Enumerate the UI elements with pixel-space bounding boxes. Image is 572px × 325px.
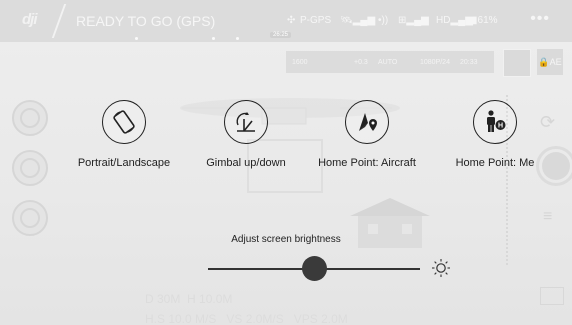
ev-value: +0.3 [354, 59, 368, 66]
ae-lock-button[interactable]: 🔒AE [537, 49, 563, 75]
vertical-speed: VS 2.0M/S [226, 312, 284, 325]
lock-icon: 🔒 [538, 57, 550, 67]
takeoff-button[interactable] [12, 100, 48, 136]
video-format: 1080P/24 [420, 59, 450, 66]
camera-parameters[interactable]: 1600 +0.3 AUTO 1080P/24 20:33 [286, 51, 494, 73]
home-point-me-action[interactable]: H Home Point: Me [443, 100, 547, 169]
home-point-aircraft-label: Home Point: Aircraft [318, 157, 416, 169]
hd-signal: HD▂▄▆ [436, 15, 473, 26]
person-home-icon: H [487, 110, 506, 132]
camera-screen: dji READY TO GO (GPS) ✣ P-GPS 🛰▂▄▆ •)) ⊞… [0, 0, 572, 325]
iso-value: 1600 [292, 59, 308, 66]
gimbal-icon [236, 112, 255, 132]
drone-icon: ✣ [287, 15, 296, 26]
brightness-label: Adjust screen brightness [231, 234, 341, 245]
status-divider [51, 4, 67, 38]
more-menu-icon[interactable]: ••• [530, 10, 550, 28]
intelligent-flight-button[interactable] [12, 200, 48, 236]
obstacle-sensing-icon: •)) [378, 15, 389, 26]
vps-height: VPS 2.0M [293, 312, 348, 325]
gimbal-label: Gimbal up/down [206, 157, 286, 169]
home-point-me-label: Home Point: Me [455, 157, 535, 169]
record-remaining: 20:33 [460, 59, 478, 66]
battery-status: ▮61% [472, 15, 498, 26]
aircraft-location-icon [359, 113, 377, 131]
hd-label: HD [436, 15, 451, 26]
flight-time-chip: 26:25 [270, 32, 292, 38]
height-value: H 10.0M [187, 292, 233, 306]
home-point-me-button[interactable]: H [473, 100, 517, 144]
brightness-slider-thumb[interactable] [301, 256, 327, 281]
camera-settings-icon[interactable]: ≡ [543, 208, 552, 226]
battery-marker [135, 37, 138, 40]
home-point-aircraft-action[interactable]: Home Point: Aircraft [312, 100, 422, 169]
playback-button[interactable] [540, 287, 564, 305]
sun-icon [432, 259, 450, 277]
horizontal-speed: H.S 10.0 M/S [145, 312, 217, 325]
distance-value: D 30M [145, 292, 181, 306]
gps-mode[interactable]: P-GPS [300, 15, 331, 26]
battery-marker [236, 37, 239, 40]
focus-mode-button[interactable] [503, 49, 531, 77]
gimbal-action[interactable]: Gimbal up/down [195, 100, 297, 169]
return-home-button[interactable] [12, 150, 48, 186]
satellite-signal-icon: 🛰▂▄▆ [340, 15, 376, 26]
portrait-landscape-label: Portrait/Landscape [77, 157, 171, 169]
wb-value: AUTO [378, 59, 398, 66]
flight-status[interactable]: READY TO GO (GPS) [76, 13, 215, 29]
portrait-landscape-action[interactable]: Portrait/Landscape [72, 100, 176, 169]
portrait-landscape-button[interactable] [102, 100, 146, 144]
moon-icon [183, 260, 191, 276]
remote-signal-icon: ⊞▂▄▆ [398, 15, 429, 26]
rotate-screen-icon [113, 110, 135, 134]
ae-label: AE [549, 57, 562, 67]
telemetry: D 30M H 10.0M H.S 10.0 M/S VS 2.0M/S VPS… [145, 292, 348, 325]
svg-text:H: H [498, 122, 503, 129]
gimbal-button[interactable] [224, 100, 268, 144]
home-point-aircraft-button[interactable] [345, 100, 389, 144]
battery-percent: 61% [477, 15, 498, 26]
dji-logo: dji [22, 11, 37, 28]
battery-marker [212, 37, 215, 40]
